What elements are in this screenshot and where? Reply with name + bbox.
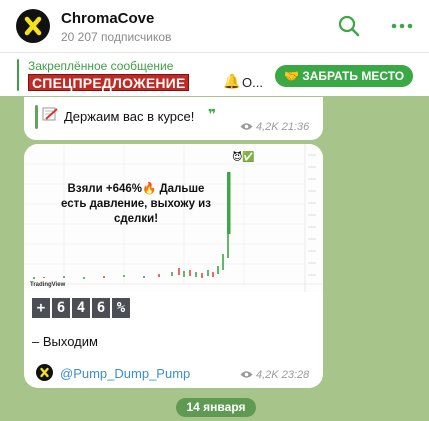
source-link[interactable]: @Pump_Dump_Pump bbox=[60, 366, 190, 381]
date-separator: 14 января bbox=[176, 398, 256, 417]
tradingview-watermark: TradingView bbox=[30, 282, 66, 288]
x-logo-icon bbox=[24, 16, 42, 36]
pinned-label: Закреплённое сообщение bbox=[28, 59, 174, 73]
search-icon bbox=[338, 15, 360, 37]
message-time: 23:28 bbox=[281, 369, 310, 381]
message-bubble[interactable]: Держаим вас в курсе! ❞ 4,2K 21:36 bbox=[24, 97, 323, 140]
view-count: 4,2K bbox=[256, 369, 279, 381]
svg-text:0.000: 0.000 bbox=[308, 201, 316, 205]
svg-text:0.000: 0.000 bbox=[308, 213, 316, 217]
percent-tile: % bbox=[112, 298, 130, 318]
svg-text:0.000: 0.000 bbox=[308, 225, 316, 229]
percent-tiles: +6 4 6% bbox=[32, 298, 132, 318]
message-text: Держаим вас в курсе! bbox=[64, 109, 195, 124]
views-eye-icon bbox=[240, 123, 253, 130]
bell-icon: 🔔 bbox=[223, 73, 241, 89]
search-button[interactable] bbox=[337, 14, 361, 38]
pinned-truncated-text: О... bbox=[242, 75, 263, 90]
percent-tile: 4 bbox=[72, 298, 90, 318]
memo-icon bbox=[42, 107, 58, 121]
quote-mark: ❞ bbox=[208, 106, 217, 122]
channel-title[interactable]: ChromaCove bbox=[61, 10, 154, 27]
svg-text:0.000: 0.000 bbox=[308, 249, 316, 253]
views-eye-icon bbox=[240, 371, 253, 378]
chat-header: ChromaCove 20 207 подписчиков bbox=[0, 0, 429, 52]
message-time: 21:36 bbox=[281, 121, 310, 133]
channel-avatar[interactable] bbox=[16, 9, 50, 43]
message-bubble[interactable]: 0.000 0.000 0.000 0.000 0.000 0.000 0.000 0.0… bbox=[24, 144, 323, 388]
chart-caption: Взяли +646%🔥 Дальше есть давление, выхож… bbox=[61, 183, 211, 225]
svg-text:0.000: 0.000 bbox=[308, 261, 316, 265]
svg-text:0.000: 0.000 bbox=[308, 237, 316, 241]
message-body: – Выходим bbox=[32, 334, 98, 349]
claim-spot-button[interactable]: 🤝 ЗАБРАТЬ МЕСТО bbox=[275, 65, 413, 87]
svg-text:0.000: 0.000 bbox=[308, 177, 316, 181]
pinned-message-bar[interactable]: Закреплённое сообщение СПЕЦПРЕДЛОЖЕНИЕ 🔔… bbox=[0, 52, 429, 96]
chart-badges: 😈✅ bbox=[232, 152, 255, 163]
percent-tile: 6 bbox=[92, 298, 110, 318]
pinned-indicator bbox=[17, 59, 19, 91]
subscriber-count: 20 207 подписчиков bbox=[61, 30, 172, 44]
svg-text:0.000: 0.000 bbox=[308, 273, 316, 277]
message-meta: 4,2K 23:28 bbox=[240, 369, 309, 381]
promo-banner: СПЕЦПРЕДЛОЖЕНИЕ bbox=[28, 74, 190, 91]
svg-text:0.000: 0.000 bbox=[308, 165, 316, 169]
percent-tile: 6 bbox=[52, 298, 70, 318]
x-logo-icon bbox=[40, 367, 49, 378]
svg-text:0.000: 0.000 bbox=[308, 153, 316, 157]
svg-text:0.000: 0.000 bbox=[308, 189, 316, 193]
view-count: 4,2K bbox=[256, 121, 279, 133]
message-meta: 4,2K 21:36 bbox=[240, 121, 309, 133]
quote-bar bbox=[35, 105, 38, 129]
source-avatar[interactable] bbox=[36, 364, 53, 381]
percent-tile: + bbox=[32, 298, 50, 318]
more-dots-icon bbox=[391, 23, 413, 29]
more-options-button[interactable] bbox=[390, 14, 414, 38]
